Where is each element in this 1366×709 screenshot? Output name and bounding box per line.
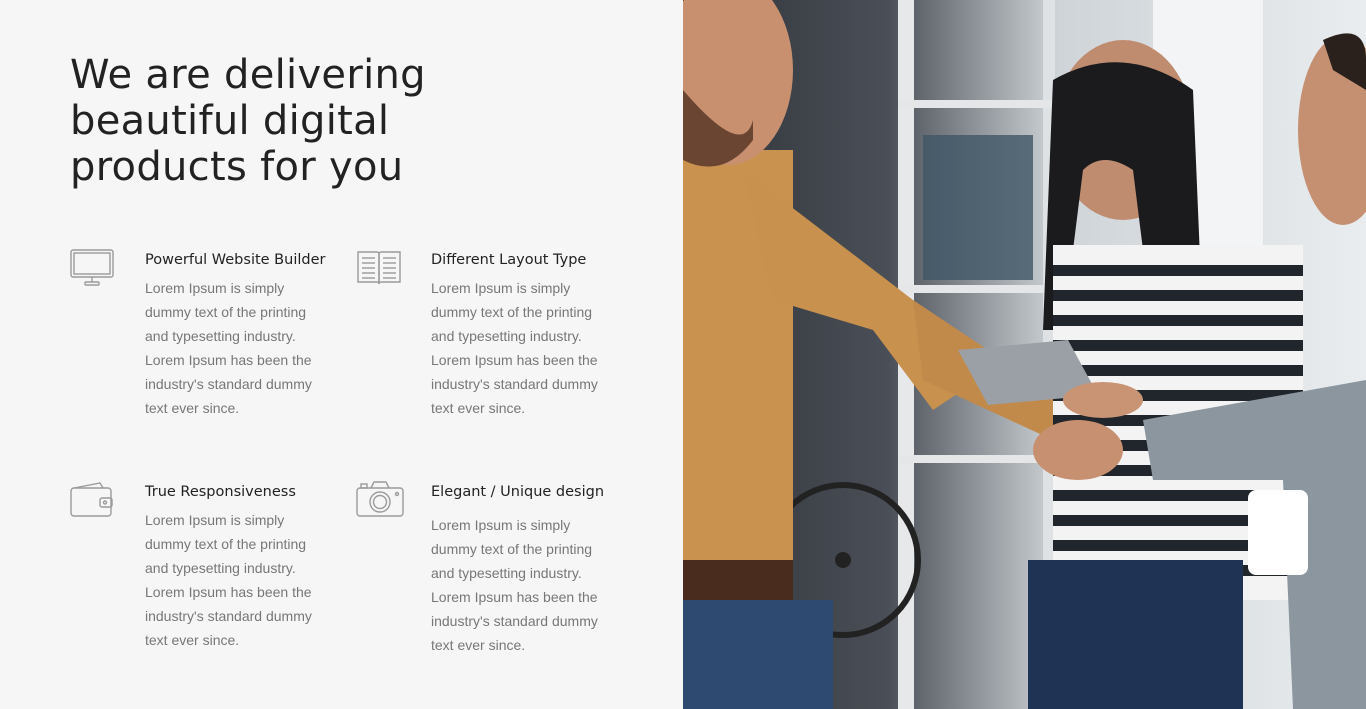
title-line-3: products for you <box>70 144 404 190</box>
feature-title: Powerful Website Builder <box>145 252 326 268</box>
title-line-2: beautiful digital <box>70 98 390 144</box>
camera-icon <box>356 480 404 520</box>
team-handshake-photo <box>683 0 1366 709</box>
feature-title: Different Layout Type <box>431 252 587 268</box>
feature-description: Lorem Ipsum is simply dummy text of the … <box>431 517 598 653</box>
book-icon <box>356 248 402 288</box>
title-line-1: We are delivering <box>70 52 426 98</box>
feature-description: Lorem Ipsum is simply dummy text of the … <box>145 280 312 416</box>
monitor-icon <box>70 248 116 288</box>
wallet-icon <box>70 480 116 520</box>
feature-description: Lorem Ipsum is simply dummy text of the … <box>145 512 312 648</box>
feature-description: Lorem Ipsum is simply dummy text of the … <box>431 280 598 416</box>
page-title: We are delivering beautiful digital prod… <box>70 52 490 190</box>
feature-title: Elegant / Unique design <box>431 484 605 500</box>
photo-illustration <box>683 0 1366 709</box>
feature-title: True Responsiveness <box>145 484 296 500</box>
features-panel: We are delivering beautiful digital prod… <box>0 0 683 709</box>
